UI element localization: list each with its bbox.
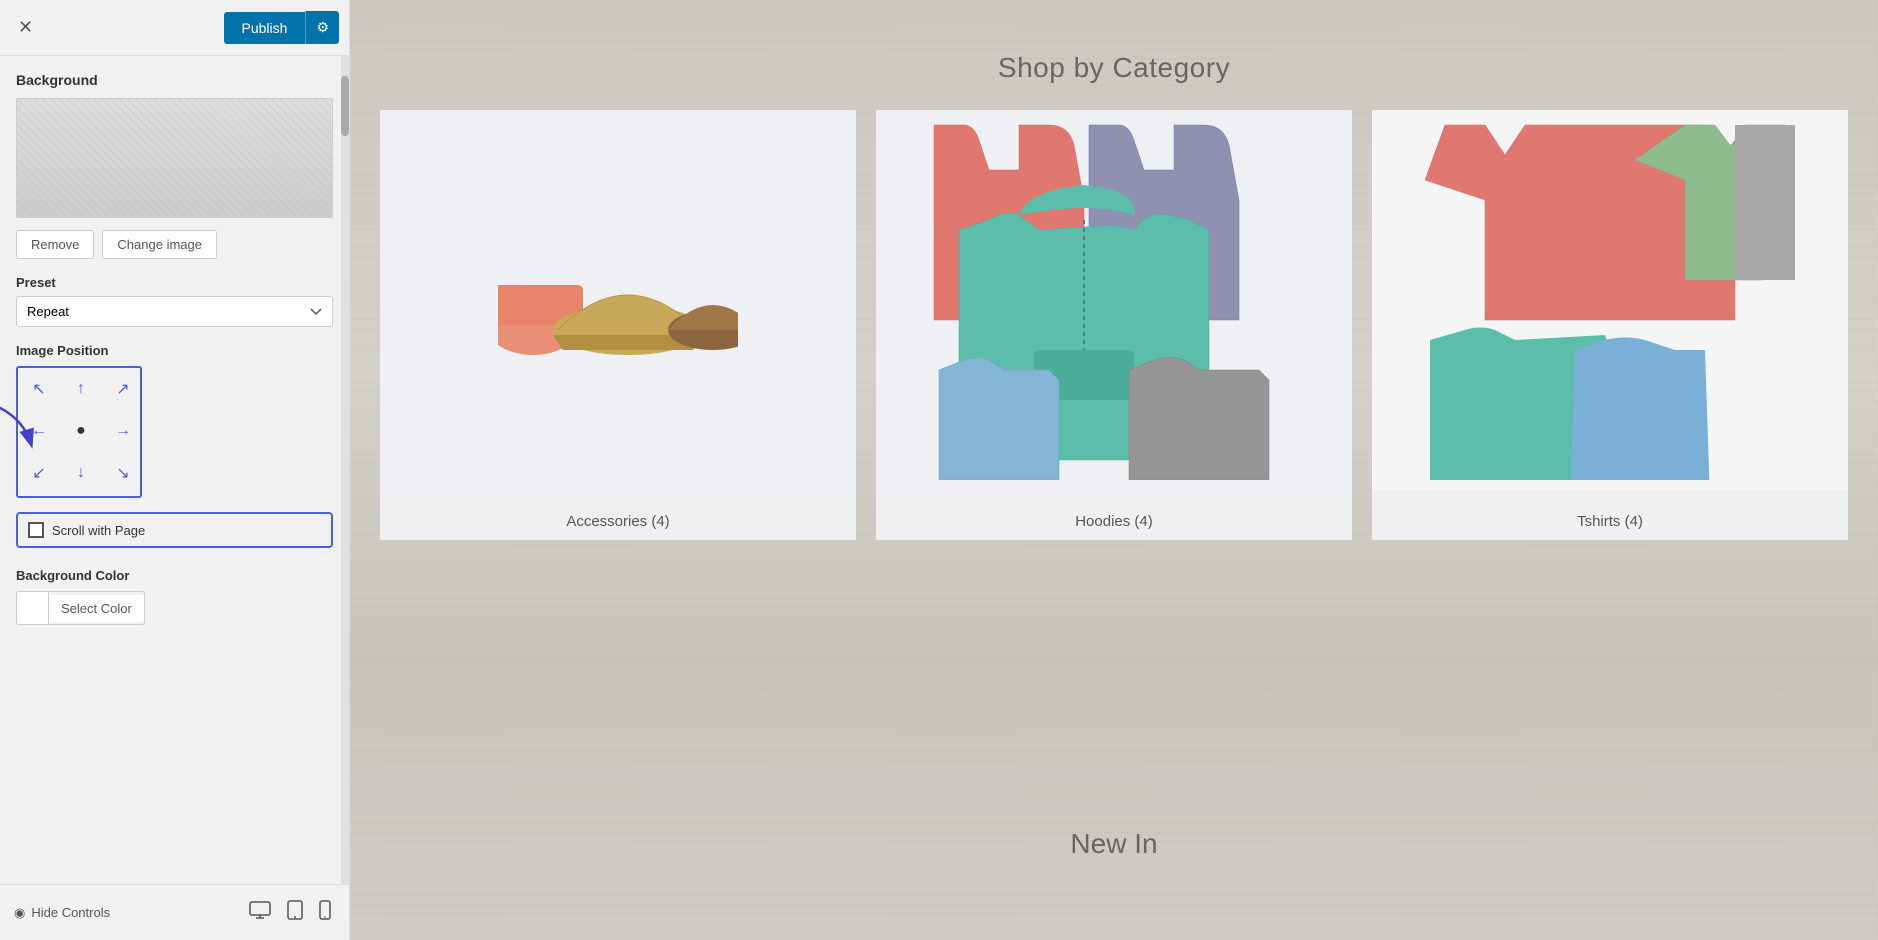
- bg-preview-inner: [17, 99, 332, 217]
- position-top-center[interactable]: ↑: [62, 370, 100, 408]
- categories-row: Accessories (4): [380, 110, 1848, 540]
- main-content: Shop by Category: [350, 0, 1878, 940]
- tshirts-image: [1372, 110, 1848, 490]
- mobile-button[interactable]: [315, 896, 335, 929]
- position-top-right[interactable]: ↗: [104, 370, 142, 408]
- position-bottom-center[interactable]: ↓: [62, 454, 100, 492]
- preset-select[interactable]: Repeat Cover Contain No Repeat: [16, 296, 333, 327]
- tshirts-label: Tshirts (4): [1372, 503, 1848, 540]
- device-buttons: [245, 896, 335, 929]
- settings-button[interactable]: ⚙: [305, 11, 339, 44]
- preset-label: Preset: [16, 275, 333, 290]
- hoodies-label: Hoodies (4): [876, 503, 1352, 540]
- image-position-label: Image Position: [16, 343, 333, 358]
- remove-button[interactable]: Remove: [16, 230, 94, 259]
- accessories-svg: [498, 200, 738, 400]
- color-swatch[interactable]: [17, 592, 49, 624]
- hide-controls-label: Hide Controls: [31, 905, 110, 920]
- hide-controls[interactable]: ◉ Hide Controls: [14, 905, 110, 921]
- tablet-button[interactable]: [283, 896, 307, 929]
- hoodies-svg: [929, 120, 1299, 480]
- position-grid: ↖ ↑ ↗ ← ● → ↙ ↓ ↘: [16, 366, 142, 498]
- scroll-with-page-label: Scroll with Page: [52, 523, 145, 538]
- publish-group: Publish ⚙: [224, 11, 339, 44]
- select-color-button[interactable]: Select Color: [49, 595, 144, 622]
- tshirts-svg: [1425, 120, 1795, 480]
- desktop-button[interactable]: [245, 896, 275, 929]
- desktop-icon: [249, 901, 271, 919]
- change-image-button[interactable]: Change image: [102, 230, 217, 259]
- shop-heading: Shop by Category: [998, 52, 1230, 84]
- close-button[interactable]: ✕: [10, 11, 41, 44]
- section-title: Background: [16, 72, 333, 88]
- position-bottom-right[interactable]: ↘: [104, 454, 142, 492]
- accessories-label: Accessories (4): [380, 503, 856, 540]
- position-top-left[interactable]: ↖: [20, 370, 58, 408]
- sidebar: ✕ Publish ⚙ Background Remove Change ima…: [0, 0, 350, 940]
- bg-color-label: Background Color: [16, 568, 333, 583]
- main-inner: Shop by Category: [350, 0, 1878, 940]
- publish-button[interactable]: Publish: [224, 12, 306, 44]
- scroll-with-page-row: Scroll with Page: [16, 512, 333, 548]
- mobile-icon: [319, 900, 331, 920]
- topbar: ✕ Publish ⚙: [0, 0, 349, 56]
- position-center[interactable]: ●: [62, 412, 100, 450]
- category-card-tshirts[interactable]: Tshirts (4): [1372, 110, 1848, 540]
- scroll-with-page-checkbox[interactable]: [28, 522, 44, 538]
- hide-controls-icon: ◉: [14, 905, 25, 921]
- bottom-bar: ◉ Hide Controls: [0, 884, 349, 940]
- category-card-hoodies[interactable]: Hoodies (4): [876, 110, 1352, 540]
- position-middle-right[interactable]: →: [104, 412, 142, 450]
- position-bottom-left[interactable]: ↙: [20, 454, 58, 492]
- sidebar-content: Background Remove Change image Preset Re…: [0, 56, 349, 884]
- hoodies-image: [876, 110, 1352, 490]
- category-card-accessories[interactable]: Accessories (4): [380, 110, 856, 540]
- color-picker-row: Select Color: [16, 591, 145, 625]
- bg-image-preview: [16, 98, 333, 218]
- new-in-heading: New In: [1070, 828, 1157, 860]
- position-middle-left[interactable]: ←: [20, 412, 58, 450]
- tablet-icon: [287, 900, 303, 920]
- accessories-image: [380, 110, 856, 490]
- image-action-buttons: Remove Change image: [16, 230, 333, 259]
